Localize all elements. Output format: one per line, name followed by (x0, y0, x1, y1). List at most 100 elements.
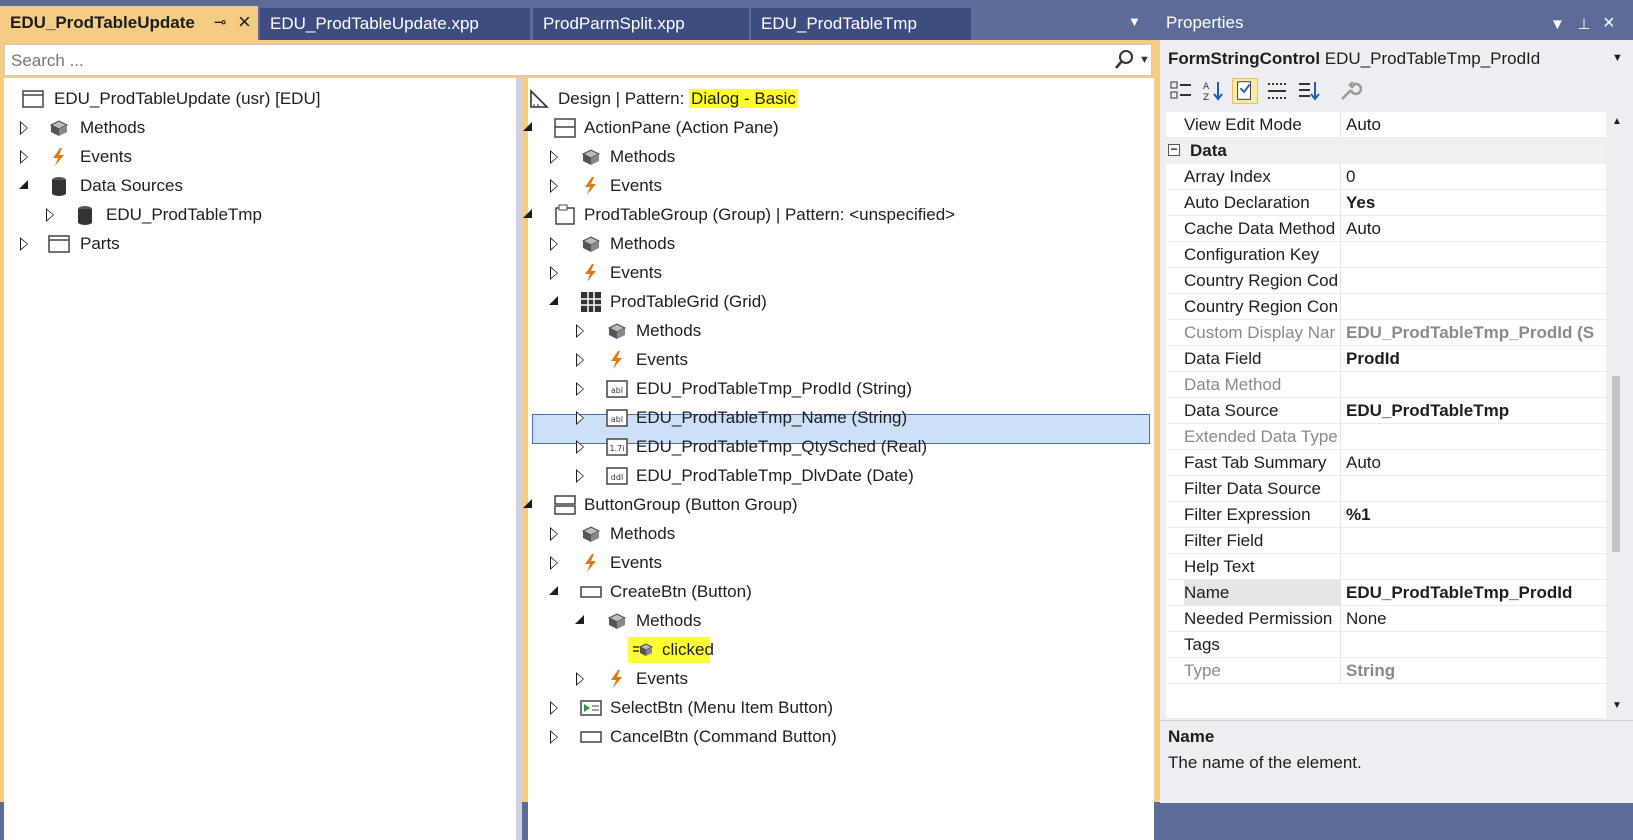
expand-arrow-icon[interactable] (548, 258, 560, 288)
expand-arrow-icon[interactable] (548, 229, 560, 259)
tab-edu-prodtableupdate[interactable]: EDU_ProdTableUpdate ⊸ × (0, 6, 258, 40)
description-title: Name (1168, 727, 1215, 746)
collapse-arrow-icon[interactable] (522, 113, 534, 143)
property-row-type[interactable]: Type String (1166, 658, 1606, 684)
expand-arrow-icon[interactable] (574, 664, 586, 694)
expand-arrow-icon[interactable] (548, 693, 560, 723)
wrench-icon[interactable] (1336, 78, 1362, 104)
expand-arrow-icon[interactable] (44, 200, 56, 230)
property-name: Custom Display Nar (1184, 320, 1341, 346)
collapse-arrow-icon[interactable] (18, 171, 30, 201)
property-value[interactable]: Yes (1346, 190, 1602, 216)
scroll-up-icon[interactable]: ▲ (1612, 116, 1622, 127)
collapse-arrow-icon[interactable] (522, 200, 534, 230)
property-value[interactable]: EDU_ProdTableTmp (1346, 398, 1602, 424)
expand-arrow-icon[interactable] (574, 432, 586, 462)
property-row-country-region-con[interactable]: Country Region Con (1166, 294, 1606, 320)
vertical-scrollbar[interactable]: ▲ ▼ (1606, 112, 1626, 718)
property-row-filter-expression[interactable]: Filter Expression %1 (1166, 502, 1606, 528)
scrollbar-thumb[interactable] (1612, 376, 1620, 552)
properties-page-icon[interactable] (1232, 78, 1258, 104)
property-row-name[interactable]: Name EDU_ProdTableTmp_ProdId (1166, 580, 1606, 606)
search-icon[interactable] (1113, 49, 1135, 71)
expand-arrow-icon[interactable] (548, 519, 560, 549)
property-category-data[interactable]: − Data (1166, 138, 1606, 164)
group-icon (555, 204, 575, 225)
chevron-down-icon[interactable]: ▼ (1612, 52, 1623, 64)
tab-edu-prodtableupdate-xpp[interactable]: EDU_ProdTableUpdate.xpp (260, 8, 530, 40)
property-row-data-method[interactable]: Data Method (1166, 372, 1606, 398)
property-name: Type (1184, 658, 1341, 684)
tab-overflow-chevron-icon[interactable]: ▼ (1128, 14, 1141, 29)
tree-node-label: Methods (636, 611, 702, 630)
property-value[interactable]: ProdId (1346, 346, 1602, 372)
window-dropdown-icon[interactable]: ▼ (1550, 16, 1565, 33)
expand-arrow-icon[interactable] (18, 113, 30, 143)
expand-arrow-icon[interactable] (574, 345, 586, 375)
property-row-extended-data-type[interactable]: Extended Data Type (1166, 424, 1606, 450)
expand-arrow-icon[interactable] (548, 548, 560, 578)
property-name: Filter Expression (1184, 502, 1341, 528)
tab-prodparmsplit-xpp[interactable]: ProdParmSplit.xpp (533, 8, 749, 40)
property-row-tags[interactable]: Tags (1166, 632, 1606, 658)
property-value[interactable]: Auto (1346, 112, 1602, 138)
property-row-array-index[interactable]: Array Index 0 (1166, 164, 1606, 190)
sort-descending-icon[interactable] (1296, 78, 1322, 104)
collapse-arrow-icon[interactable] (522, 490, 534, 520)
property-value[interactable]: 0 (1346, 164, 1602, 190)
property-value[interactable]: %1 (1346, 502, 1602, 528)
expand-arrow-icon[interactable] (548, 142, 560, 172)
expand-arrow-icon[interactable] (574, 316, 586, 346)
property-value[interactable]: Auto (1346, 450, 1602, 476)
chevron-down-icon[interactable]: ▼ (1139, 54, 1150, 66)
property-row-data-field[interactable]: Data Field ProdId (1166, 346, 1606, 372)
property-value[interactable]: EDU_ProdTableTmp_ProdId (S (1346, 320, 1602, 346)
categorized-icon[interactable] (1168, 78, 1194, 104)
expand-arrow-icon[interactable] (574, 461, 586, 491)
property-row-data-source[interactable]: Data Source EDU_ProdTableTmp (1166, 398, 1606, 424)
expand-arrow-icon[interactable] (548, 171, 560, 201)
object-selector[interactable]: FormStringControl EDU_ProdTableTmp_ProdI… (1168, 44, 1540, 74)
property-row-country-region-cod[interactable]: Country Region Cod (1166, 268, 1606, 294)
object-type: FormStringControl (1168, 49, 1321, 68)
tab-label: ProdParmSplit.xpp (543, 14, 685, 33)
collapse-arrow-icon[interactable] (574, 606, 586, 636)
close-icon[interactable]: × (238, 6, 251, 39)
property-row-custom-display-nar[interactable]: Custom Display Nar EDU_ProdTableTmp_ProdI… (1166, 320, 1606, 346)
properties-body: FormStringControl EDU_ProdTableTmp_ProdI… (1160, 40, 1633, 803)
tree-node-label: Parts (80, 234, 120, 253)
property-row-help-text[interactable]: Help Text (1166, 554, 1606, 580)
property-row-view-edit-mode[interactable]: View Edit Mode Auto (1166, 112, 1606, 138)
property-value[interactable]: String (1346, 658, 1602, 684)
property-row-needed-permission[interactable]: Needed Permission None (1166, 606, 1606, 632)
search-input[interactable] (9, 47, 1103, 75)
property-row-fast-tab-summary[interactable]: Fast Tab Summary Auto (1166, 450, 1606, 476)
string-field-icon: abl (606, 409, 628, 427)
property-row-filter-data-source[interactable]: Filter Data Source (1166, 476, 1606, 502)
property-row-filter-field[interactable]: Filter Field (1166, 528, 1606, 554)
close-icon[interactable]: × (1603, 12, 1615, 34)
design-ruler-icon (530, 89, 549, 108)
sort-alphabetical-icon[interactable]: A Z (1200, 78, 1226, 104)
collapse-box-icon[interactable]: − (1168, 143, 1180, 156)
pin-icon[interactable]: ⊥ (1577, 16, 1590, 33)
expand-arrow-icon[interactable] (18, 142, 30, 172)
property-value[interactable]: None (1346, 606, 1602, 632)
search-bar: ▼ (4, 44, 1152, 76)
property-row-auto-declaration[interactable]: Auto Declaration Yes (1166, 190, 1606, 216)
expand-arrow-icon[interactable] (574, 403, 586, 433)
property-value[interactable]: Auto (1346, 216, 1602, 242)
scroll-down-icon[interactable]: ▼ (1612, 700, 1622, 711)
collapse-arrow-icon[interactable] (548, 287, 560, 317)
expand-arrow-icon[interactable] (548, 722, 560, 752)
property-name: Filter Data Source (1184, 476, 1341, 502)
tab-edu-prodtabletmp[interactable]: EDU_ProdTableTmp (751, 8, 971, 40)
property-value[interactable]: EDU_ProdTableTmp_ProdId (1346, 580, 1602, 606)
property-row-cache-data-method[interactable]: Cache Data Method Auto (1166, 216, 1606, 242)
pin-icon[interactable]: ⊸ (214, 6, 227, 40)
expand-arrow-icon[interactable] (574, 374, 586, 404)
expand-arrow-icon[interactable] (18, 229, 30, 259)
events-list-icon[interactable] (1264, 78, 1290, 104)
property-row-configuration-key[interactable]: Configuration Key (1166, 242, 1606, 268)
collapse-arrow-icon[interactable] (548, 577, 560, 607)
